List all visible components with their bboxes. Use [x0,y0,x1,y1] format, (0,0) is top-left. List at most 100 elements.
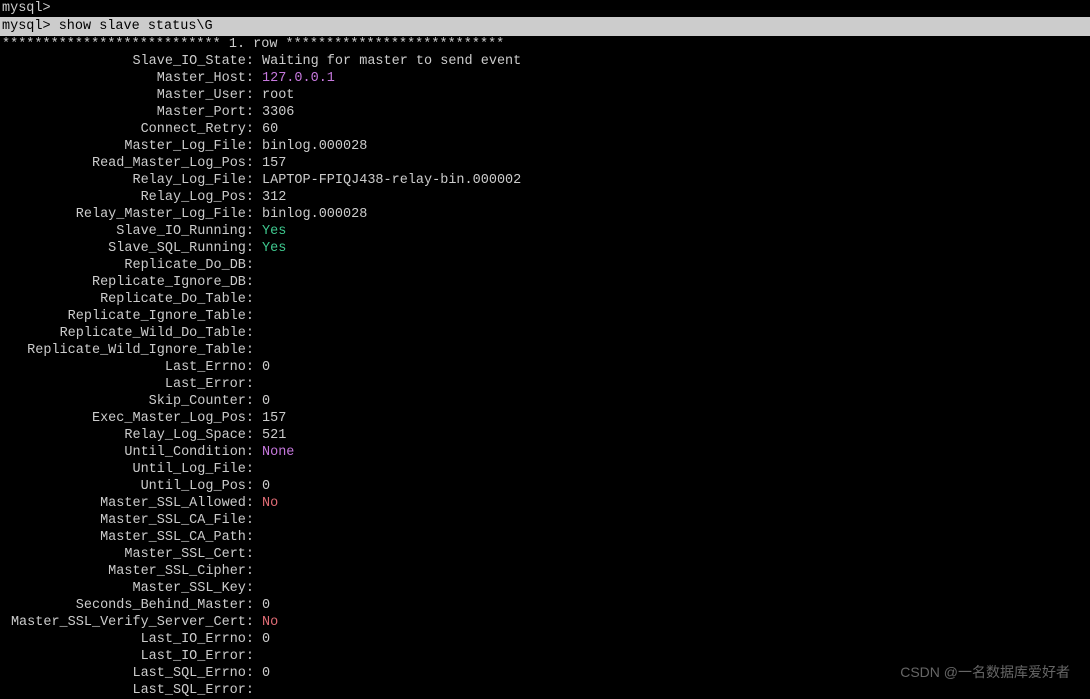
status-row: Replicate_Do_DB: [0,257,1090,274]
status-key: Relay_Log_Pos: [2,189,254,206]
result-row-header: *************************** 1. row *****… [0,36,1090,53]
status-key: Last_SQL_Errno: [2,665,254,682]
status-row: Slave_IO_Running:Yes [0,223,1090,240]
status-key: Relay_Master_Log_File: [2,206,254,223]
status-key: Master_SSL_CA_File: [2,512,254,529]
status-value [254,342,262,359]
status-value [254,291,262,308]
status-key: Exec_Master_Log_Pos: [2,410,254,427]
status-value: root [254,87,294,104]
status-value [254,274,262,291]
status-value [254,257,262,274]
status-value: binlog.000028 [254,138,367,155]
status-value: 0 [254,393,270,410]
status-key: Replicate_Do_DB: [2,257,254,274]
status-value [254,580,262,597]
status-value: Waiting for master to send event [254,53,521,70]
csdn-watermark: CSDN @一名数据库爱好者 [900,664,1070,681]
status-key: Slave_IO_Running: [2,223,254,240]
status-row: Exec_Master_Log_Pos:157 [0,410,1090,427]
status-row: Relay_Log_Space:521 [0,427,1090,444]
status-key: Master_SSL_Cipher: [2,563,254,580]
status-value: Yes [254,223,286,240]
status-row: Last_IO_Errno:0 [0,631,1090,648]
status-row: Connect_Retry:60 [0,121,1090,138]
status-row: Replicate_Wild_Do_Table: [0,325,1090,342]
status-value [254,648,262,665]
status-value: 60 [254,121,278,138]
slave-status-output: Slave_IO_State:Waiting for master to sen… [0,53,1090,699]
status-value: 157 [254,410,286,427]
status-key: Replicate_Do_Table: [2,291,254,308]
status-value [254,546,262,563]
status-value [254,529,262,546]
status-key: Last_Errno: [2,359,254,376]
status-row: Read_Master_Log_Pos:157 [0,155,1090,172]
status-row: Until_Log_Pos:0 [0,478,1090,495]
status-row: Master_Host:127.0.0.1 [0,70,1090,87]
status-value [254,376,262,393]
status-row: Slave_IO_State:Waiting for master to sen… [0,53,1090,70]
status-row: Master_SSL_Cert: [0,546,1090,563]
status-value: 127.0.0.1 [254,70,335,87]
status-row: Replicate_Ignore_DB: [0,274,1090,291]
status-key: Master_User: [2,87,254,104]
status-value [254,563,262,580]
status-key: Master_Port: [2,104,254,121]
status-value: Yes [254,240,286,257]
mysql-prompt-empty: mysql> [0,0,1090,17]
status-key: Master_Log_File: [2,138,254,155]
status-key: Replicate_Wild_Do_Table: [2,325,254,342]
status-key: Until_Log_File: [2,461,254,478]
status-row: Master_SSL_Key: [0,580,1090,597]
status-key: Until_Log_Pos: [2,478,254,495]
status-row: Master_SSL_Cipher: [0,563,1090,580]
status-key: Replicate_Wild_Ignore_Table: [2,342,254,359]
status-key: Last_Error: [2,376,254,393]
status-row: Master_SSL_CA_Path: [0,529,1090,546]
status-row: Master_SSL_CA_File: [0,512,1090,529]
status-row: Master_Port:3306 [0,104,1090,121]
status-row: Until_Log_File: [0,461,1090,478]
status-key: Slave_SQL_Running: [2,240,254,257]
status-row: Until_Condition:None [0,444,1090,461]
status-value: LAPTOP-FPIQJ438-relay-bin.000002 [254,172,521,189]
status-value [254,325,262,342]
mysql-command-line: mysql> show slave status\G [0,17,1090,36]
status-key: Seconds_Behind_Master: [2,597,254,614]
status-key: Replicate_Ignore_DB: [2,274,254,291]
status-row: Replicate_Wild_Ignore_Table: [0,342,1090,359]
status-value: 3306 [254,104,294,121]
status-key: Last_IO_Error: [2,648,254,665]
status-key: Relay_Log_Space: [2,427,254,444]
status-row: Last_Error: [0,376,1090,393]
status-key: Master_SSL_Cert: [2,546,254,563]
status-key: Master_SSL_Verify_Server_Cert: [2,614,254,631]
status-row: Master_Log_File:binlog.000028 [0,138,1090,155]
status-key: Master_SSL_CA_Path: [2,529,254,546]
status-row: Relay_Log_Pos:312 [0,189,1090,206]
status-key: Until_Condition: [2,444,254,461]
status-row: Skip_Counter:0 [0,393,1090,410]
status-row: Relay_Master_Log_File:binlog.000028 [0,206,1090,223]
status-value: 0 [254,665,270,682]
status-value: 157 [254,155,286,172]
status-value: 0 [254,597,270,614]
terminal-window[interactable]: mysql> mysql> show slave status\G ******… [0,0,1090,699]
status-value [254,461,262,478]
status-value [254,308,262,325]
status-row: Last_Errno:0 [0,359,1090,376]
status-value [254,512,262,529]
status-value: 312 [254,189,286,206]
status-key: Read_Master_Log_Pos: [2,155,254,172]
status-value: 521 [254,427,286,444]
status-row: Last_IO_Error: [0,648,1090,665]
status-value: No [254,614,278,631]
status-key: Last_IO_Errno: [2,631,254,648]
status-row: Seconds_Behind_Master:0 [0,597,1090,614]
status-key: Skip_Counter: [2,393,254,410]
status-value: None [254,444,294,461]
status-value: 0 [254,359,270,376]
status-key: Master_SSL_Allowed: [2,495,254,512]
status-key: Master_SSL_Key: [2,580,254,597]
